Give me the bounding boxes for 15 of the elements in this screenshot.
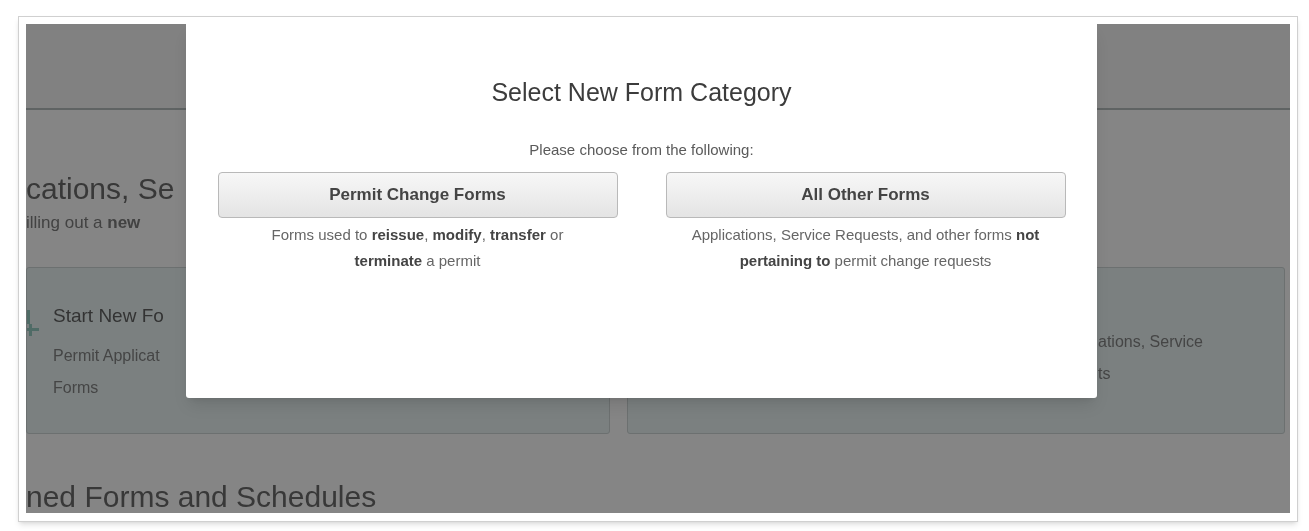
page-heading: cations, Se (26, 172, 175, 206)
category-button[interactable]: Permit Change Forms (217, 172, 618, 218)
dialog-title: Select New Form Category (491, 77, 792, 108)
card-description: Forms (53, 378, 100, 398)
option-description: Forms used to reissue, modify, transfer or terminate a permit (270, 225, 565, 271)
option-description: Applications, Service Requests, and other forms not pertaining to permit change requests (690, 225, 1041, 271)
card-description: ts (1098, 364, 1112, 384)
page-subtitle: illing out a new (26, 212, 141, 234)
section-heading: ned Forms and Schedules (26, 482, 377, 512)
plus-icon (27, 310, 39, 338)
card-description: Permit Applicat (53, 346, 161, 366)
card-title: Start New Fo (53, 304, 164, 328)
dialog-prompt: Please choose from the following: (529, 140, 754, 160)
card-description: ations, Service (1098, 332, 1203, 352)
category-button[interactable]: All Other Forms (665, 172, 1066, 218)
